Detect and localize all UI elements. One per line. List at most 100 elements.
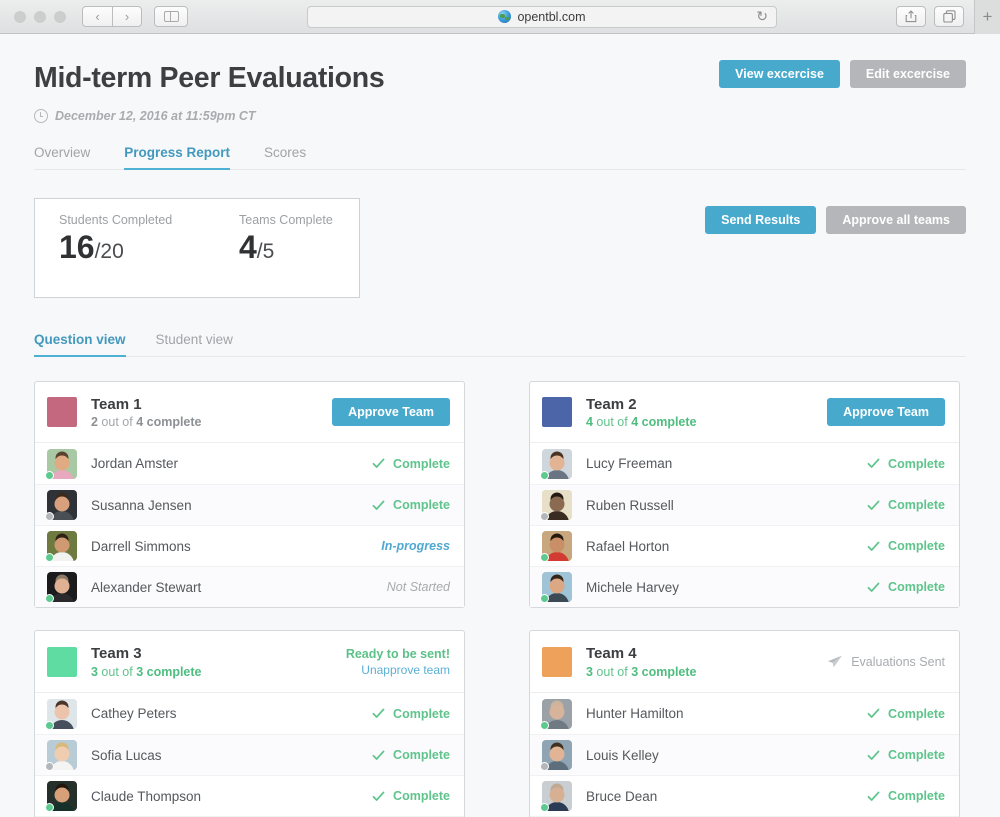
minimize-window-button[interactable]	[34, 10, 46, 23]
presence-dot	[45, 803, 54, 812]
member-status: Complete	[372, 789, 450, 803]
member-status-label: Complete	[393, 706, 450, 721]
team-meta: Team 2 4 out of 4 complete	[586, 396, 827, 430]
team-member-row[interactable]: Alexander Stewart Not Started	[35, 566, 464, 608]
address-bar-content: opentbl.com	[308, 10, 776, 24]
tabs-overview-icon	[942, 10, 956, 23]
close-window-button[interactable]	[14, 10, 26, 23]
member-status-label: Complete	[888, 748, 945, 762]
team-card-header: Team 24 out of 4 complete Approve Team	[530, 382, 959, 444]
member-status-label: Complete	[393, 456, 450, 471]
team-card-header: Team 12 out of 4 complete Approve Team	[35, 382, 464, 444]
viewtab-question-view[interactable]: Question view	[34, 332, 126, 357]
tab-progress-report[interactable]: Progress Report	[124, 145, 231, 170]
ready-to-send-label: Ready to be sent!	[345, 647, 450, 662]
due-date-text: December 12, 2016 at 11:59pm CT	[55, 108, 256, 123]
member-status-label: Complete	[393, 748, 450, 762]
team-cards-grid: Team 12 out of 4 complete Approve Team Jor…	[34, 380, 966, 817]
presence-dot	[45, 720, 54, 730]
team-card-header: Team 33 out of 3 complete Ready to be sen…	[35, 631, 464, 693]
team-color-swatch	[542, 647, 572, 678]
team-member-row[interactable]: Michele Harvey Complete	[530, 566, 959, 608]
clock-icon	[34, 108, 48, 123]
avatar	[540, 531, 572, 563]
paper-plane-icon	[828, 655, 843, 668]
member-status-label: In-progress	[381, 539, 450, 554]
new-tab-button[interactable]: +	[974, 0, 1000, 34]
member-name: Michele Harvey	[586, 579, 680, 595]
reload-icon[interactable]: ↻	[756, 8, 768, 25]
maximize-window-button[interactable]	[54, 10, 66, 23]
member-status: Complete	[867, 457, 945, 471]
check-icon	[372, 708, 385, 718]
team-member-row[interactable]: Ruben Russell Complete	[530, 484, 959, 526]
edit-exercise-button[interactable]: Edit excercise	[849, 60, 966, 88]
team-member-row[interactable]: Claude Thompson Complete	[35, 775, 464, 816]
address-bar[interactable]: opentbl.com ↻	[307, 5, 777, 28]
team-card-action: Ready to be sent! Unapprove team	[346, 647, 450, 677]
avatar	[45, 698, 77, 730]
avatar	[540, 572, 572, 604]
stat-label: Students Completed	[59, 212, 173, 227]
progress-total: 4 complete	[136, 415, 202, 430]
team-member-row[interactable]: Darrell Simmons In-progress	[35, 525, 464, 566]
member-status-label: Complete	[888, 456, 945, 471]
check-icon	[372, 791, 385, 801]
member-name: Hunter Hamilton	[586, 706, 684, 721]
team-member-row[interactable]: Susanna Jensen Complete	[35, 484, 464, 526]
tab-overview[interactable]: Overview	[34, 145, 90, 170]
team-member-row[interactable]: Cathey Peters Complete	[35, 693, 464, 734]
globe-icon	[498, 10, 512, 23]
unapprove-team-link[interactable]: Unapprove team	[361, 663, 450, 677]
team-color-swatch	[542, 397, 572, 428]
member-status: Complete	[867, 748, 945, 762]
team-card-header: Team 4 3 out of 3 complete Evaluations Sen…	[530, 631, 959, 693]
send-results-button[interactable]: Send Results	[705, 205, 817, 234]
view-exercise-button[interactable]: View excercise	[719, 60, 840, 88]
member-status: Complete	[372, 748, 450, 762]
team-member-row[interactable]: Louis Kelley Complete	[530, 734, 959, 775]
member-name: Claude Thompson	[91, 788, 202, 804]
progress-done: 4	[586, 415, 593, 430]
member-status: Complete	[867, 498, 945, 512]
app-root: ‹ › opentbl.com ↻ + Mid-term Peer Evalua…	[0, 0, 1000, 817]
team-member-row[interactable]: Bruce Dean Complete	[530, 775, 959, 816]
tab-scores[interactable]: Scores	[264, 145, 306, 170]
presence-dot	[540, 803, 549, 812]
share-button[interactable]	[896, 6, 926, 27]
team-member-row[interactable]: Hunter Hamilton Complete	[530, 693, 959, 734]
summary-row: Students Completed 16/20 Teams Complete …	[34, 197, 966, 298]
address-bar-container: opentbl.com ↻	[188, 5, 896, 28]
forward-button[interactable]: ›	[112, 6, 142, 27]
team-member-row[interactable]: Sofia Lucas Complete	[35, 734, 464, 775]
team-member-row[interactable]: Rafael Horton Complete	[530, 525, 959, 566]
team-card-action: Approve Team	[827, 398, 945, 427]
team-member-list: Jordan Amster Complete Susanna Jensen Compl…	[35, 443, 464, 608]
team-member-row[interactable]: Lucy Freeman Complete	[530, 443, 959, 484]
toggle-sidebar-button[interactable]	[154, 6, 188, 27]
member-status-label: Complete	[888, 539, 945, 554]
member-status: In-progress	[381, 539, 450, 553]
team-member-row[interactable]: Jordan Amster Complete	[35, 443, 464, 484]
member-status-label: Complete	[888, 580, 945, 595]
member-status-label: Complete	[393, 498, 450, 513]
progress-done: 3	[586, 665, 593, 679]
back-button[interactable]: ‹	[82, 6, 112, 27]
member-status: Complete	[372, 457, 450, 471]
summary-card: Students Completed 16/20 Teams Complete …	[34, 197, 360, 298]
show-tabs-button[interactable]	[934, 6, 964, 27]
sidebar-icon	[163, 11, 179, 22]
presence-dot	[540, 762, 549, 771]
progress-done: 2	[91, 415, 98, 430]
evaluations-sent-label: Evaluations Sent	[851, 655, 945, 670]
team-card: Team 4 3 out of 3 complete Evaluations Sen…	[529, 630, 960, 817]
member-status: Complete	[372, 498, 450, 512]
approve-team-button[interactable]: Approve Team	[332, 398, 450, 427]
approve-all-teams-button[interactable]: Approve all teams	[826, 205, 966, 234]
approve-team-button[interactable]: Approve Team	[827, 398, 945, 427]
team-card: Team 33 out of 3 complete Ready to be sen…	[34, 630, 465, 817]
viewtab-student-view[interactable]: Student view	[156, 332, 233, 357]
member-name: Lucy Freeman	[586, 456, 673, 472]
team-meta: Team 1 2 out of 4 complete	[91, 396, 332, 430]
check-icon	[867, 791, 880, 801]
